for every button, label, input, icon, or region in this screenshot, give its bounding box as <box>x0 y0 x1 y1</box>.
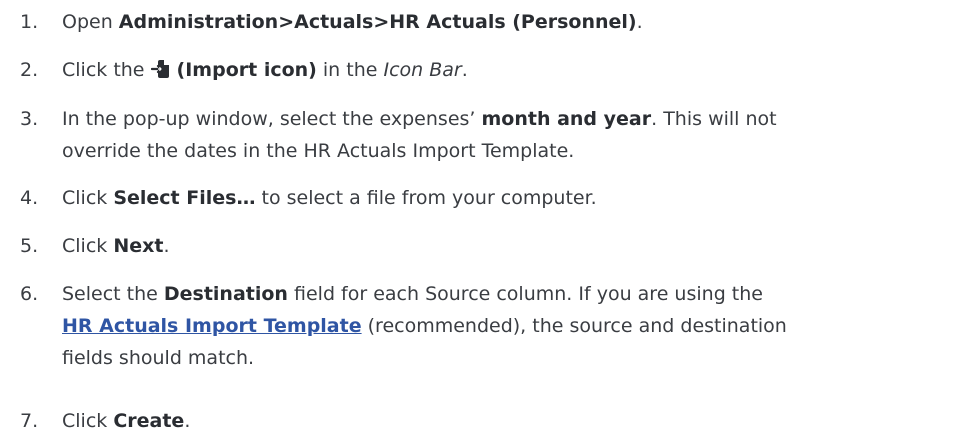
text: In the pop-up window, select the expense… <box>62 108 482 130</box>
text: Click <box>62 187 114 209</box>
next-term: Next <box>113 235 164 257</box>
step-text: Click Select Files… to select a file fro… <box>62 182 967 214</box>
text: in the <box>316 59 384 81</box>
icon-bar-ref: Icon Bar <box>383 59 462 81</box>
month-year-term: month and year <box>481 108 652 130</box>
step-number: 1. <box>20 11 39 33</box>
step-text: Click the (Import icon) in the Icon Bar. <box>62 54 967 89</box>
create-term: Create <box>113 410 185 432</box>
text: . <box>184 410 191 432</box>
step-text: In the pop-up window, select the expense… <box>62 103 967 167</box>
step-text: Click Next. <box>62 230 967 262</box>
destination-term: Destination <box>163 283 288 305</box>
document: 1. Open Administration>Actuals>HR Actual… <box>0 0 973 442</box>
select-files-term: Select Files… <box>113 187 256 209</box>
hr-actuals-template-link[interactable]: HR Actuals Import Template <box>62 315 362 337</box>
text: . <box>461 59 468 81</box>
step-number: 6. <box>20 283 39 305</box>
step-text: Select the Destination field for each So… <box>62 278 967 374</box>
text: (recommended), the source and destinatio… <box>361 315 787 337</box>
step-number: 3. <box>20 108 39 130</box>
text: to select a file from your computer. <box>255 187 597 209</box>
import-icon <box>150 57 171 89</box>
step-number: 7. <box>20 410 39 432</box>
step-text: Open Administration>Actuals>HR Actuals (… <box>62 6 967 38</box>
text: . This will not <box>651 108 777 130</box>
step-text: Click Create. <box>62 405 967 437</box>
text: Click the <box>62 59 151 81</box>
import-icon-label: (Import icon) <box>176 59 317 81</box>
text: override the dates in the HR Actuals Imp… <box>62 140 575 162</box>
step-number: 5. <box>20 235 39 257</box>
text: Click <box>62 410 114 432</box>
text: Click <box>62 235 114 257</box>
text: fields should match. <box>62 347 255 369</box>
text: Select the <box>62 283 164 305</box>
text: . <box>636 11 643 33</box>
step-number: 2. <box>20 59 39 81</box>
text: . <box>163 235 170 257</box>
text: field for each Source column. If you are… <box>287 283 763 305</box>
menu-path: Administration>Actuals>HR Actuals (Perso… <box>118 11 637 33</box>
step-number: 4. <box>20 187 39 209</box>
text: Open <box>62 11 119 33</box>
